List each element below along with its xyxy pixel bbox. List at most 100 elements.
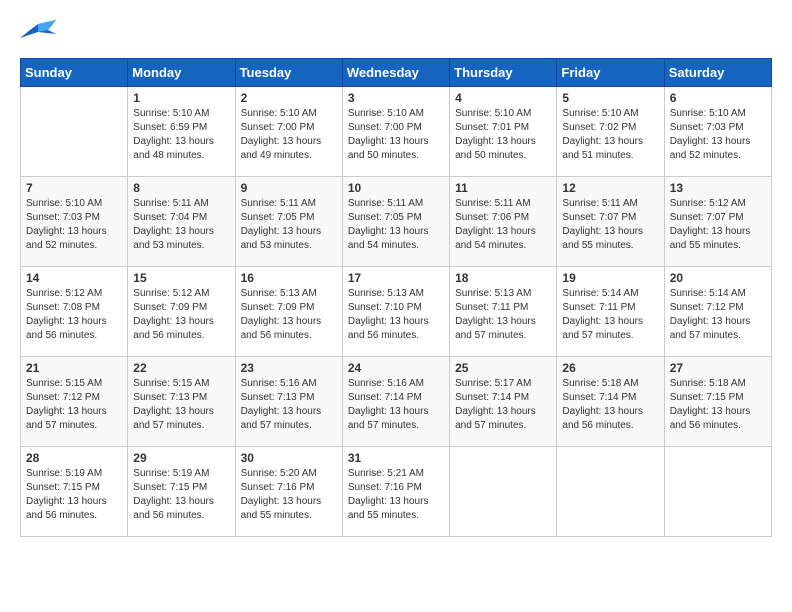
- day-number: 9: [241, 181, 337, 195]
- calendar-table: SundayMondayTuesdayWednesdayThursdayFrid…: [20, 58, 772, 537]
- day-info: Sunrise: 5:12 AM Sunset: 7:08 PM Dayligh…: [26, 287, 122, 343]
- column-header-wednesday: Wednesday: [342, 59, 449, 87]
- calendar-cell: 7 Sunrise: 5:10 AM Sunset: 7:03 PM Daylig…: [21, 177, 128, 267]
- calendar-week-4: 21 Sunrise: 5:15 AM Sunset: 7:12 PM Dayli…: [21, 357, 772, 447]
- logo: [20, 20, 60, 48]
- calendar-week-5: 28 Sunrise: 5:19 AM Sunset: 7:15 PM Dayli…: [21, 447, 772, 537]
- day-number: 15: [133, 271, 229, 285]
- day-number: 22: [133, 361, 229, 375]
- day-info: Sunrise: 5:14 AM Sunset: 7:11 PM Dayligh…: [562, 287, 658, 343]
- day-info: Sunrise: 5:19 AM Sunset: 7:15 PM Dayligh…: [133, 467, 229, 523]
- day-info: Sunrise: 5:19 AM Sunset: 7:15 PM Dayligh…: [26, 467, 122, 523]
- day-info: Sunrise: 5:15 AM Sunset: 7:13 PM Dayligh…: [133, 377, 229, 433]
- calendar-week-2: 7 Sunrise: 5:10 AM Sunset: 7:03 PM Daylig…: [21, 177, 772, 267]
- column-header-sunday: Sunday: [21, 59, 128, 87]
- day-number: 13: [670, 181, 766, 195]
- day-number: 27: [670, 361, 766, 375]
- day-info: Sunrise: 5:13 AM Sunset: 7:11 PM Dayligh…: [455, 287, 551, 343]
- calendar-cell: 23Sunrise: 5:16 AM Sunset: 7:13 PM Dayli…: [235, 357, 342, 447]
- day-info: Sunrise: 5:16 AM Sunset: 7:14 PM Dayligh…: [348, 377, 444, 433]
- day-info: Sunrise: 5:13 AM Sunset: 7:09 PM Dayligh…: [241, 287, 337, 343]
- day-number: 5: [562, 91, 658, 105]
- day-info: Sunrise: 5:17 AM Sunset: 7:14 PM Dayligh…: [455, 377, 551, 433]
- column-header-tuesday: Tuesday: [235, 59, 342, 87]
- calendar-cell: [21, 87, 128, 177]
- column-header-thursday: Thursday: [450, 59, 557, 87]
- calendar-cell: 5 Sunrise: 5:10 AM Sunset: 7:02 PM Daylig…: [557, 87, 664, 177]
- calendar-cell: 24 Sunrise: 5:16 AM Sunset: 7:14 PM Dayli…: [342, 357, 449, 447]
- calendar-cell: 21 Sunrise: 5:15 AM Sunset: 7:12 PM Dayli…: [21, 357, 128, 447]
- day-number: 18: [455, 271, 551, 285]
- day-info: Sunrise: 5:10 AM Sunset: 7:03 PM Dayligh…: [670, 107, 766, 163]
- column-header-monday: Monday: [128, 59, 235, 87]
- calendar-cell: 26 Sunrise: 5:18 AM Sunset: 7:14 PM Dayli…: [557, 357, 664, 447]
- day-number: 19: [562, 271, 658, 285]
- calendar-cell: [664, 447, 771, 537]
- calendar-cell: 14 Sunrise: 5:12 AM Sunset: 7:08 PM Dayli…: [21, 267, 128, 357]
- calendar-cell: 16Sunrise: 5:13 AM Sunset: 7:09 PM Dayli…: [235, 267, 342, 357]
- day-number: 25: [455, 361, 551, 375]
- calendar-cell: 18 Sunrise: 5:13 AM Sunset: 7:11 PM Dayli…: [450, 267, 557, 357]
- calendar-header-row: SundayMondayTuesdayWednesdayThursdayFrid…: [21, 59, 772, 87]
- calendar-cell: 19 Sunrise: 5:14 AM Sunset: 7:11 PM Dayli…: [557, 267, 664, 357]
- day-info: Sunrise: 5:12 AM Sunset: 7:09 PM Dayligh…: [133, 287, 229, 343]
- day-info: Sunrise: 5:11 AM Sunset: 7:07 PM Dayligh…: [562, 197, 658, 253]
- column-header-friday: Friday: [557, 59, 664, 87]
- calendar-cell: 11Sunrise: 5:11 AM Sunset: 7:06 PM Dayli…: [450, 177, 557, 267]
- day-number: 20: [670, 271, 766, 285]
- calendar-cell: [450, 447, 557, 537]
- calendar-cell: 28 Sunrise: 5:19 AM Sunset: 7:15 PM Dayli…: [21, 447, 128, 537]
- day-number: 7: [26, 181, 122, 195]
- calendar-cell: 22 Sunrise: 5:15 AM Sunset: 7:13 PM Dayli…: [128, 357, 235, 447]
- day-number: 31: [348, 451, 444, 465]
- column-header-saturday: Saturday: [664, 59, 771, 87]
- day-number: 21: [26, 361, 122, 375]
- day-number: 30: [241, 451, 337, 465]
- day-info: Sunrise: 5:18 AM Sunset: 7:14 PM Dayligh…: [562, 377, 658, 433]
- day-info: Sunrise: 5:11 AM Sunset: 7:04 PM Dayligh…: [133, 197, 229, 253]
- day-info: Sunrise: 5:14 AM Sunset: 7:12 PM Dayligh…: [670, 287, 766, 343]
- calendar-cell: 9 Sunrise: 5:11 AM Sunset: 7:05 PM Daylig…: [235, 177, 342, 267]
- day-number: 12: [562, 181, 658, 195]
- calendar-cell: 12 Sunrise: 5:11 AM Sunset: 7:07 PM Dayli…: [557, 177, 664, 267]
- day-info: Sunrise: 5:10 AM Sunset: 7:01 PM Dayligh…: [455, 107, 551, 163]
- day-info: Sunrise: 5:13 AM Sunset: 7:10 PM Dayligh…: [348, 287, 444, 343]
- day-number: 23: [241, 361, 337, 375]
- calendar-cell: 2Sunrise: 5:10 AM Sunset: 7:00 PM Daylig…: [235, 87, 342, 177]
- day-number: 11: [455, 181, 551, 195]
- day-number: 14: [26, 271, 122, 285]
- day-number: 26: [562, 361, 658, 375]
- calendar-cell: 3 Sunrise: 5:10 AM Sunset: 7:00 PM Daylig…: [342, 87, 449, 177]
- day-info: Sunrise: 5:10 AM Sunset: 7:00 PM Dayligh…: [241, 107, 337, 163]
- calendar-cell: 6 Sunrise: 5:10 AM Sunset: 7:03 PM Daylig…: [664, 87, 771, 177]
- day-number: 6: [670, 91, 766, 105]
- calendar-cell: 1Sunrise: 5:10 AM Sunset: 6:59 PM Daylig…: [128, 87, 235, 177]
- day-number: 10: [348, 181, 444, 195]
- day-number: 17: [348, 271, 444, 285]
- day-info: Sunrise: 5:15 AM Sunset: 7:12 PM Dayligh…: [26, 377, 122, 433]
- day-info: Sunrise: 5:10 AM Sunset: 7:00 PM Dayligh…: [348, 107, 444, 163]
- calendar-cell: 25 Sunrise: 5:17 AM Sunset: 7:14 PM Dayli…: [450, 357, 557, 447]
- calendar-cell: 15 Sunrise: 5:12 AM Sunset: 7:09 PM Dayli…: [128, 267, 235, 357]
- calendar-cell: [557, 447, 664, 537]
- day-number: 29: [133, 451, 229, 465]
- calendar-cell: 20 Sunrise: 5:14 AM Sunset: 7:12 PM Dayli…: [664, 267, 771, 357]
- day-number: 28: [26, 451, 122, 465]
- calendar-cell: 10Sunrise: 5:11 AM Sunset: 7:05 PM Dayli…: [342, 177, 449, 267]
- day-number: 24: [348, 361, 444, 375]
- calendar-week-1: 1Sunrise: 5:10 AM Sunset: 6:59 PM Daylig…: [21, 87, 772, 177]
- calendar-cell: 29 Sunrise: 5:19 AM Sunset: 7:15 PM Dayli…: [128, 447, 235, 537]
- day-info: Sunrise: 5:20 AM Sunset: 7:16 PM Dayligh…: [241, 467, 337, 523]
- calendar-cell: 17 Sunrise: 5:13 AM Sunset: 7:10 PM Dayli…: [342, 267, 449, 357]
- day-info: Sunrise: 5:10 AM Sunset: 7:03 PM Dayligh…: [26, 197, 122, 253]
- day-info: Sunrise: 5:21 AM Sunset: 7:16 PM Dayligh…: [348, 467, 444, 523]
- day-info: Sunrise: 5:10 AM Sunset: 6:59 PM Dayligh…: [133, 107, 229, 163]
- calendar-week-3: 14 Sunrise: 5:12 AM Sunset: 7:08 PM Dayli…: [21, 267, 772, 357]
- day-number: 3: [348, 91, 444, 105]
- calendar-cell: 27Sunrise: 5:18 AM Sunset: 7:15 PM Dayli…: [664, 357, 771, 447]
- page-header: [20, 20, 772, 48]
- day-info: Sunrise: 5:10 AM Sunset: 7:02 PM Dayligh…: [562, 107, 658, 163]
- day-info: Sunrise: 5:11 AM Sunset: 7:05 PM Dayligh…: [241, 197, 337, 253]
- day-number: 4: [455, 91, 551, 105]
- day-info: Sunrise: 5:12 AM Sunset: 7:07 PM Dayligh…: [670, 197, 766, 253]
